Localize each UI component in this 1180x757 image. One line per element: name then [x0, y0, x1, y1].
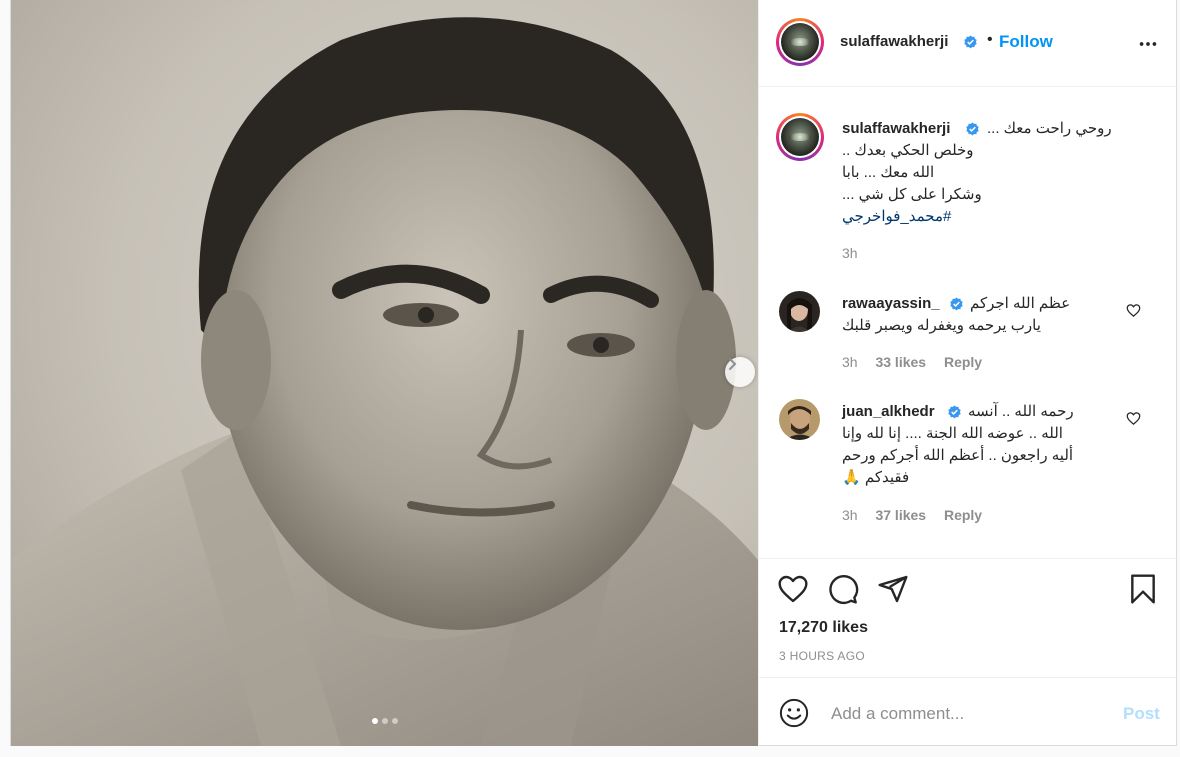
- next-slide-button[interactable]: [725, 357, 755, 387]
- comment-line: يارب يرحمه ويغفرله ويصبر قلبك: [842, 317, 1041, 334]
- hashtag-link[interactable]: #محمد_فواخرجي: [842, 206, 1142, 228]
- verified-badge-icon: [964, 35, 977, 49]
- comment-line: عظم الله اجركم: [970, 295, 1071, 312]
- comment-input[interactable]: [829, 700, 1103, 728]
- caption-avatar[interactable]: [776, 113, 824, 161]
- comment-meta: 3h 37 likes Reply: [842, 507, 996, 523]
- post-actions: 17,270 likes 3 HOURS AGO: [759, 558, 1178, 678]
- caption-line: روحي راحت معك ...: [987, 120, 1112, 137]
- post-timestamp[interactable]: 3 HOURS AGO: [779, 649, 865, 663]
- carousel-dot-3: [391, 718, 398, 724]
- separator-dot: •: [987, 31, 993, 48]
- avatar-image: [779, 291, 820, 332]
- comment-line: أليه راجعون .. أعظم الله أجركم ورحم: [842, 447, 1074, 464]
- like-comment-heart-icon[interactable]: [1126, 411, 1141, 426]
- comment-likes[interactable]: 33 likes: [875, 354, 926, 370]
- like-heart-icon[interactable]: [777, 573, 809, 605]
- header-username[interactable]: sulaffawakherji: [840, 33, 948, 50]
- follow-button[interactable]: Follow: [999, 32, 1053, 52]
- likes-count[interactable]: 17,270 likes: [779, 619, 868, 637]
- carousel-dots: [11, 718, 758, 724]
- emoji-smiley-icon[interactable]: [779, 698, 809, 728]
- comment-line: فقيدكم 🙏: [842, 469, 910, 486]
- comment-text: رحمه الله .. آنسه الله .. عوضه الله الجن…: [842, 401, 1112, 489]
- chevron-right-icon: [729, 358, 737, 370]
- caption-line: وشكرا على كل شي ...: [842, 186, 982, 203]
- comment-line: رحمه الله .. آنسه: [968, 403, 1074, 420]
- reply-button[interactable]: Reply: [944, 354, 982, 370]
- comments-list[interactable]: sulaffawakherji روحي راحت معك ... وخلص ا…: [759, 88, 1178, 558]
- post-header: sulaffawakherji • Follow: [759, 0, 1178, 87]
- add-comment-bar: Post: [759, 677, 1178, 746]
- post-side-panel: sulaffawakherji • Follow sulaffawakherji…: [758, 0, 1178, 746]
- comment-bubble-icon[interactable]: [827, 573, 859, 605]
- reply-button[interactable]: Reply: [944, 507, 982, 523]
- carousel-dot-1: [371, 718, 378, 724]
- post-photo[interactable]: [11, 0, 758, 746]
- caption-text: روحي راحت معك ... وخلص الحكي بعدك .. الل…: [842, 118, 1142, 228]
- caption-line: وخلص الحكي بعدك ..: [842, 142, 974, 159]
- comment-meta: 3h 33 likes Reply: [842, 354, 996, 370]
- caption-line: الله معك ... بابا: [842, 164, 935, 181]
- header-avatar[interactable]: [776, 18, 824, 66]
- comment-line: الله .. عوضه الله الجنة .... إنا لله وإن…: [842, 425, 1063, 442]
- avatar-image: [781, 23, 819, 61]
- avatar-image: [781, 118, 819, 156]
- comment-avatar[interactable]: [779, 399, 820, 440]
- carousel-dot-2: [381, 718, 388, 724]
- comment-text: عظم الله اجركم يارب يرحمه ويغفرله ويصبر …: [842, 293, 1102, 337]
- portrait-photo: [11, 17, 758, 746]
- caption-time[interactable]: 3h: [842, 245, 858, 261]
- avatar-image: [779, 399, 820, 440]
- like-comment-heart-icon[interactable]: [1126, 303, 1141, 318]
- share-paper-plane-icon[interactable]: [877, 573, 909, 605]
- comment-time[interactable]: 3h: [842, 507, 858, 523]
- comment-time[interactable]: 3h: [842, 354, 858, 370]
- save-bookmark-icon[interactable]: [1127, 573, 1159, 605]
- comment-avatar[interactable]: [779, 291, 820, 332]
- comment-likes[interactable]: 37 likes: [875, 507, 926, 523]
- more-horizontal-icon[interactable]: [1137, 33, 1159, 55]
- post-comment-button[interactable]: Post: [1123, 704, 1160, 724]
